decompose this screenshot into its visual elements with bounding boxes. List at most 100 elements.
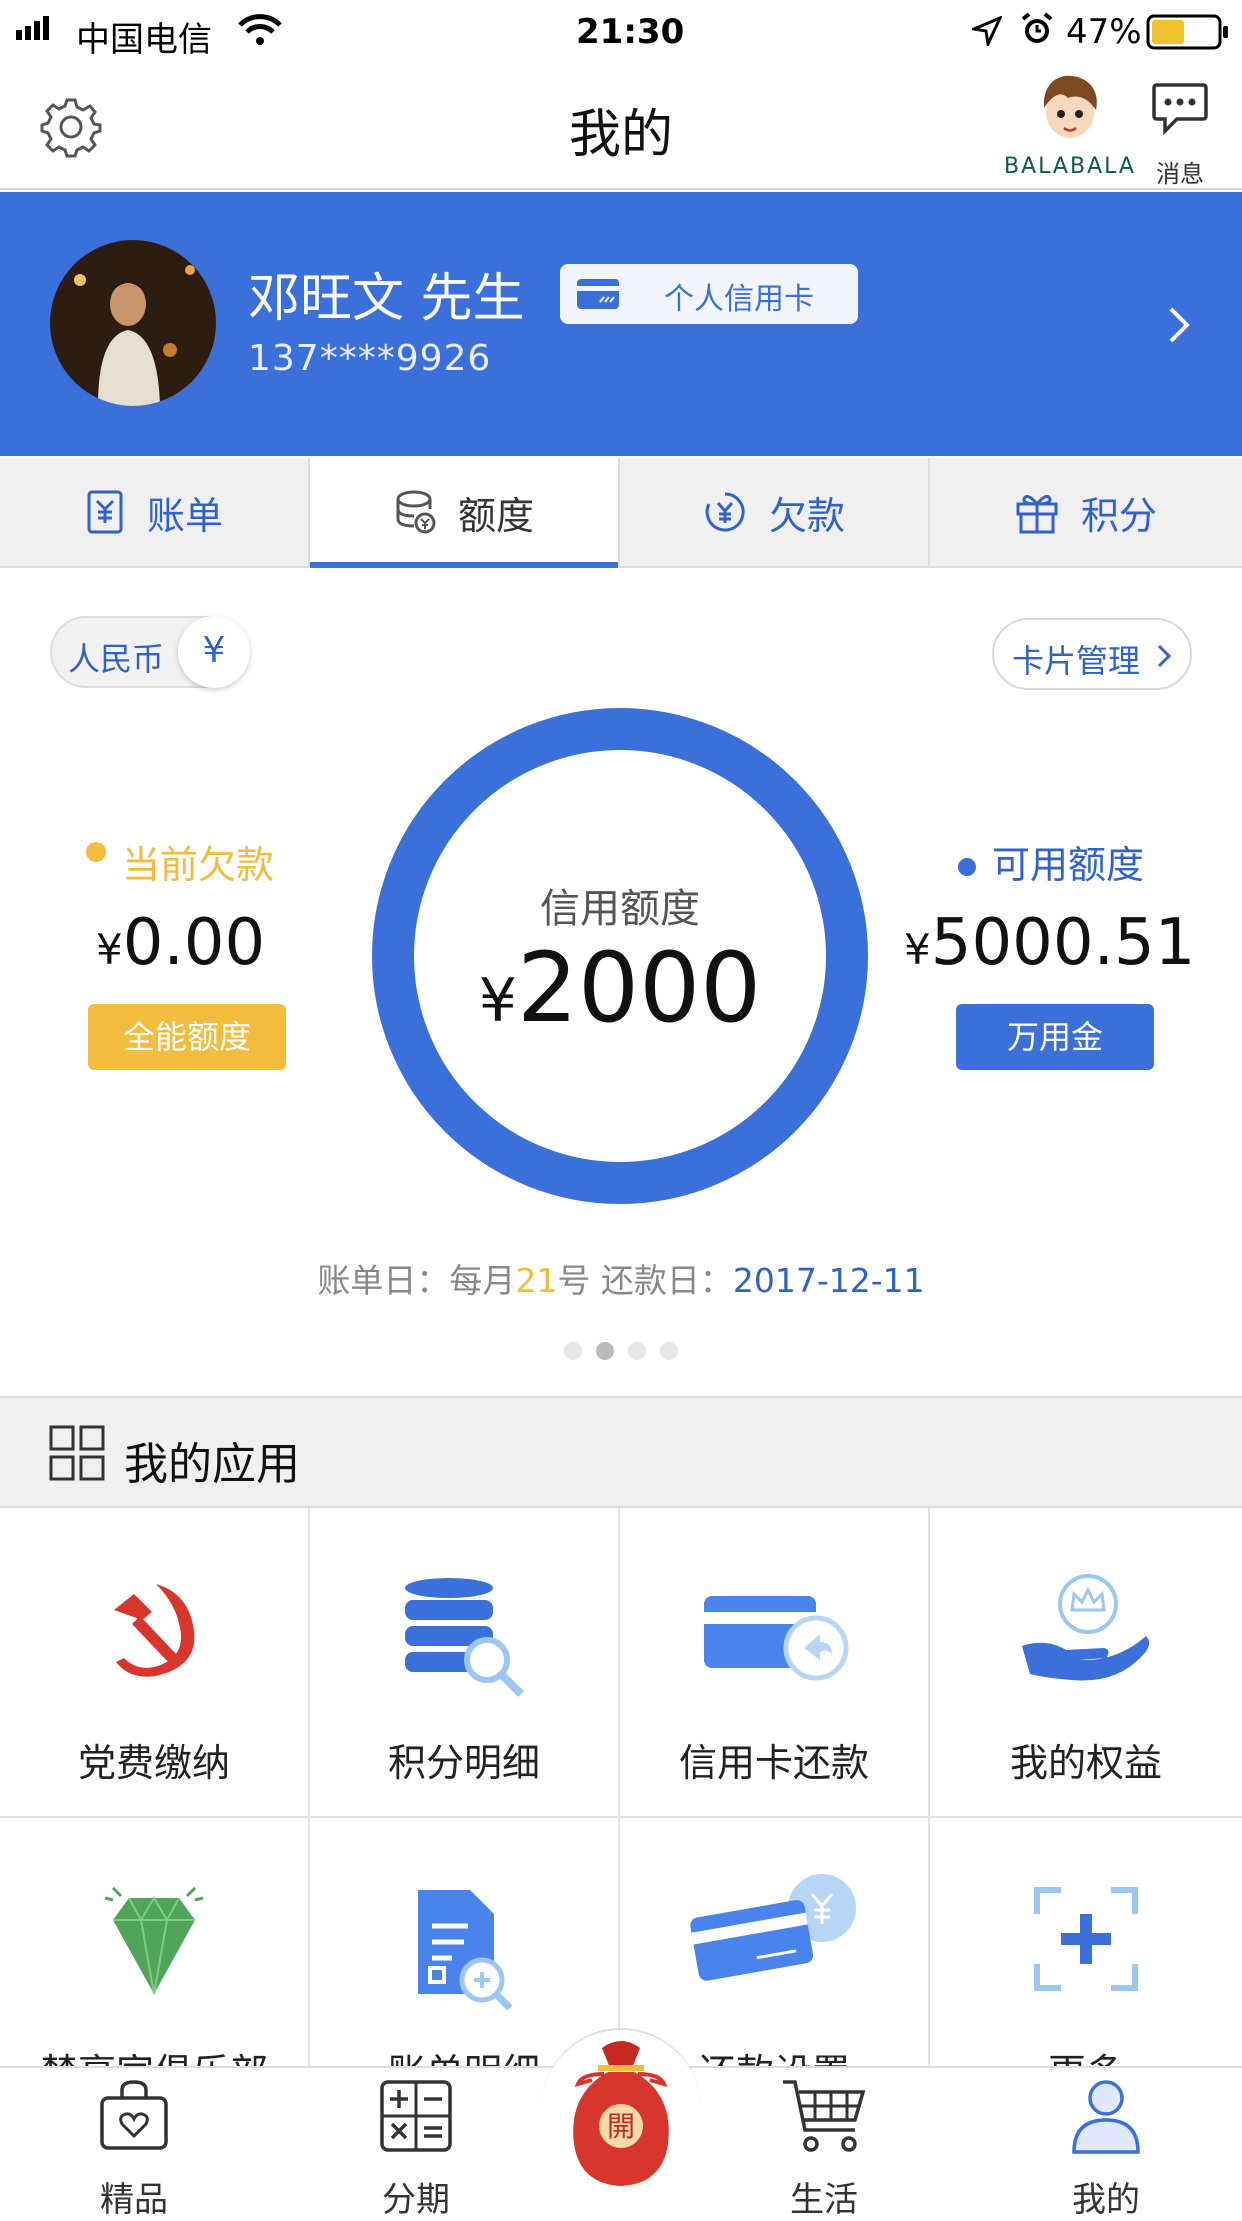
coins-icon [396, 490, 436, 534]
app-grid: 党费缴纳 积分明细 信用卡还款 我的权益 [0, 1508, 1242, 2128]
balabala-label: BALABALA [1004, 154, 1136, 179]
yen-sign: ¥ [96, 925, 123, 974]
balabala-button[interactable]: BALABALA [1000, 68, 1140, 186]
gift-icon [1016, 494, 1058, 534]
available-dot [958, 858, 976, 876]
page-dot[interactable] [660, 1342, 678, 1360]
messages-label: 消息 [1156, 160, 1204, 188]
bill-day-number: 21 [515, 1261, 558, 1300]
account-tabs: 账单 额度 欠款 积分 [0, 458, 1242, 568]
alarm-icon [1021, 12, 1053, 43]
bag-heart-icon [100, 2080, 168, 2150]
cartoon-avatar-icon [1043, 75, 1097, 138]
plus-frame-icon [1034, 1887, 1138, 1991]
bill-day-info: 账单日：每月21号 还款日：2017-12-11 [0, 1254, 1242, 1302]
available-value: 5000.51 [930, 906, 1196, 980]
page-dot[interactable] [564, 1342, 582, 1360]
current-debt-value: 0.00 [122, 906, 266, 980]
current-debt-label: 当前欠款 [122, 843, 275, 887]
diamond-icon [104, 1886, 204, 1995]
my-apps-header: 我的应用 [0, 1396, 1242, 1508]
tab-debt[interactable]: 欠款 [620, 458, 930, 566]
clock: 21:30 [576, 12, 685, 52]
person-icon [1072, 2080, 1140, 2154]
tabbar-label: 精品 [100, 2180, 168, 2220]
page-dot[interactable] [628, 1342, 646, 1360]
card-manage-button[interactable]: 卡片管理 [992, 618, 1192, 690]
tab-points-label: 积分 [1080, 493, 1157, 538]
tabbar-boutique[interactable]: 精品 [54, 2076, 214, 2220]
currency-label: 人民币 [68, 640, 165, 678]
yen-sign: ¥ [478, 966, 517, 1036]
credit-limit-value: 2000 [516, 932, 762, 1044]
tabbar-life[interactable]: 生活 [744, 2076, 904, 2220]
card-manage-label: 卡片管理 [1012, 642, 1141, 680]
document-search-icon [418, 1890, 513, 2011]
card-type-label: 个人信用卡 [664, 282, 814, 317]
tab-points[interactable]: 积分 [930, 458, 1242, 566]
yen-circle-icon [705, 492, 745, 532]
currency-switch[interactable]: 人民币 ¥ [50, 616, 250, 688]
bill-day-suffix: 号 还款日： [557, 1261, 733, 1300]
page-indicator [0, 1342, 1242, 1360]
app-label: 我的权益 [1009, 1741, 1162, 1785]
chevron-right-icon[interactable] [1168, 306, 1192, 344]
card-repay-icon [704, 1596, 849, 1681]
tab-bill-label: 账单 [146, 493, 223, 538]
carrier-label: 中国电信 [76, 20, 212, 60]
tabbar-installment[interactable]: 分期 [336, 2076, 496, 2220]
tab-bill[interactable]: 账单 [0, 458, 310, 566]
status-bar: 中国电信 21:30 47% [0, 0, 1242, 62]
calculator-icon [380, 2080, 452, 2152]
app-label: 积分明细 [387, 1741, 540, 1785]
location-arrow-icon [972, 16, 1002, 46]
wanyongjin-button[interactable]: 万用金 [956, 1004, 1154, 1070]
wifi-icon [238, 14, 282, 45]
card-type-badge[interactable]: 个人信用卡 [560, 264, 858, 324]
credit-limit-amount: ¥2000 [372, 932, 868, 1044]
cart-icon [783, 2080, 866, 2152]
all-purpose-limit-button[interactable]: 全能额度 [88, 1004, 286, 1070]
chevron-right-small-icon [1157, 644, 1172, 668]
crown-hand-icon [1022, 1574, 1150, 1681]
repay-date: 2017-12-11 [732, 1261, 925, 1300]
app-card-repay[interactable]: 信用卡还款 [620, 1508, 930, 1818]
tabbar-label: 分期 [382, 2180, 450, 2220]
user-phone: 137****9926 [248, 338, 492, 379]
messages-button[interactable]: 消息 [1140, 70, 1220, 188]
signal-icon [16, 16, 49, 40]
bill-icon [87, 490, 123, 534]
tabbar-lucky-bag[interactable]: 開 [562, 2034, 680, 2194]
tabbar-label: 生活 [790, 2180, 858, 2220]
lucky-bag-label: 開 [607, 2110, 635, 2143]
app-party-fee[interactable]: 党费缴纳 [0, 1508, 310, 1818]
card-yen-icon [690, 1874, 856, 1981]
profile-banner[interactable]: 邓旺文 先生 个人信用卡 137****9926 [0, 192, 1242, 456]
hammer-sickle-icon [114, 1584, 195, 1677]
available-label: 可用额度 [992, 843, 1145, 887]
app-my-rights[interactable]: 我的权益 [930, 1508, 1242, 1818]
app-label: 信用卡还款 [678, 1741, 869, 1785]
page-dot-active[interactable] [596, 1342, 614, 1360]
bill-day-prefix: 账单日：每月 [317, 1261, 516, 1300]
currency-symbol[interactable]: ¥ [178, 616, 250, 688]
user-avatar[interactable] [50, 240, 216, 406]
tabbar-label: 我的 [1072, 2180, 1140, 2220]
tabbar-mine[interactable]: 我的 [1026, 2076, 1186, 2220]
lucky-bag-icon: 開 [573, 2041, 669, 2186]
app-points-detail[interactable]: 积分明细 [310, 1508, 620, 1818]
bottom-tab-bar: 精品 分期 開 生活 我的 [0, 2028, 1242, 2220]
battery-icon [1146, 14, 1228, 50]
grid-icon [49, 1425, 105, 1481]
user-name: 邓旺文 先生 [248, 269, 525, 329]
current-debt-amount: ¥0.00 [96, 906, 265, 980]
nav-header: 我的 BALABALA 消息 [0, 62, 1242, 190]
my-apps-title: 我的应用 [124, 1439, 300, 1490]
tab-limit[interactable]: 额度 [310, 458, 620, 568]
database-search-icon [405, 1578, 524, 1697]
available-amount: ¥5000.51 [904, 906, 1195, 980]
tab-debt-label: 欠款 [768, 493, 845, 538]
credit-card-icon [577, 279, 619, 309]
battery-percent: 47% [1066, 12, 1142, 52]
yen-sign: ¥ [904, 925, 931, 974]
